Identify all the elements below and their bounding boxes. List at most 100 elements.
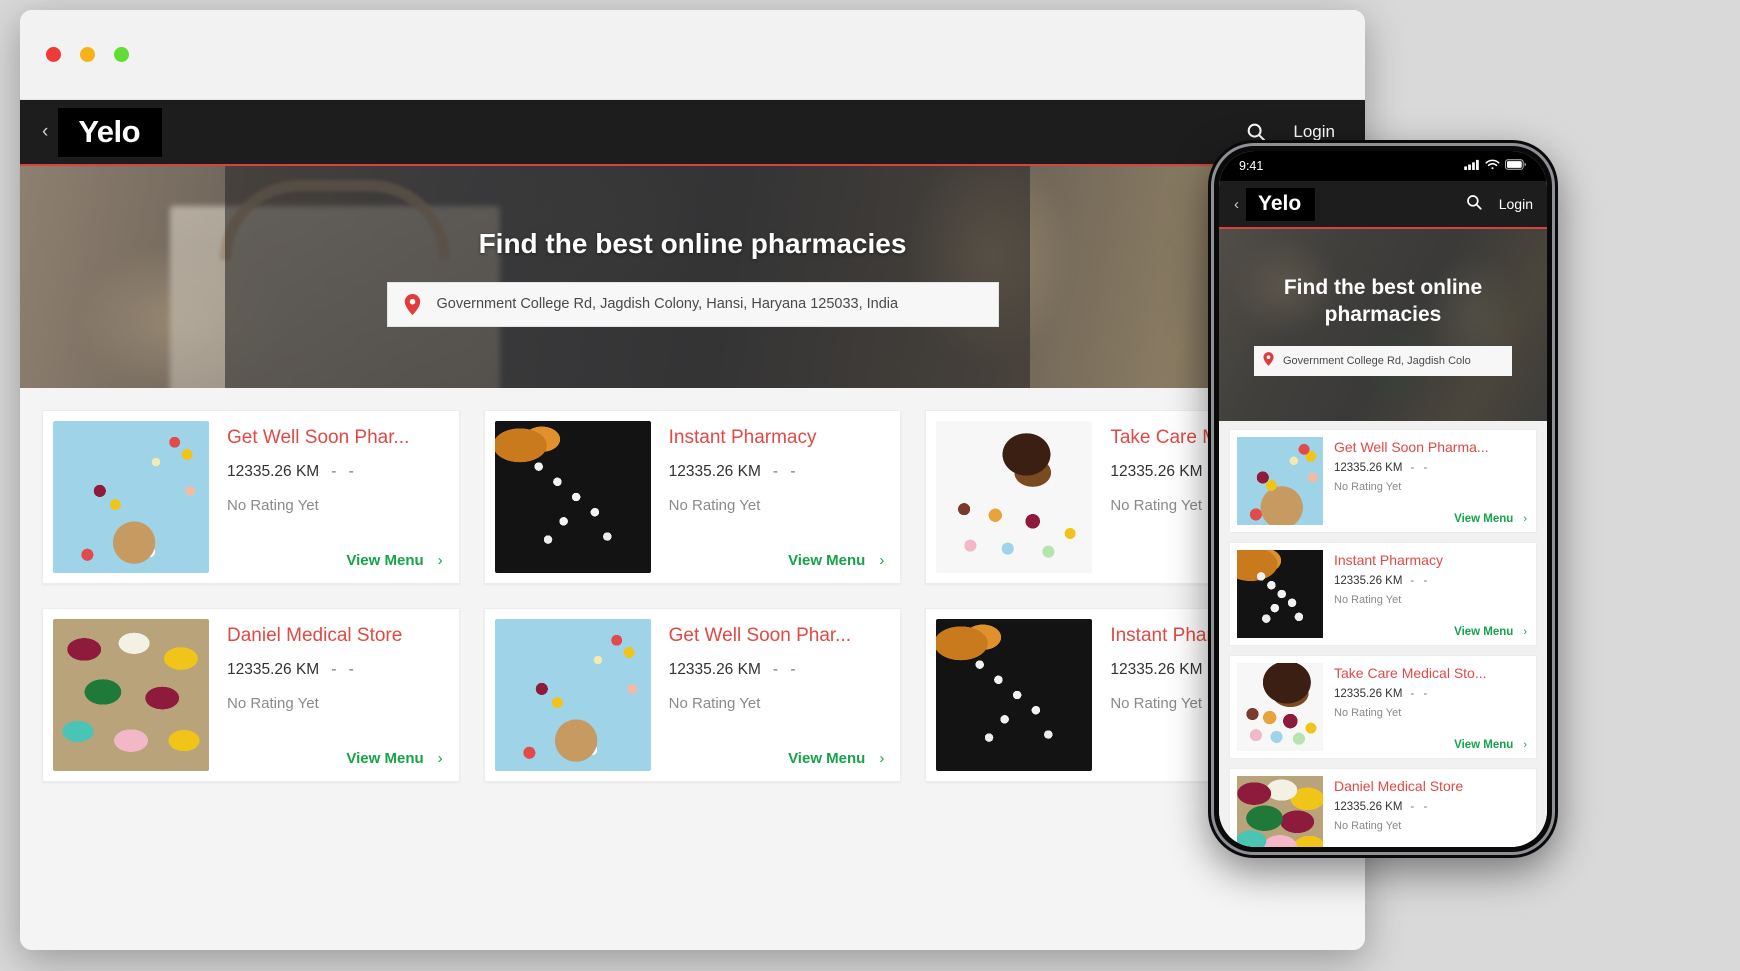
pharmacy-card[interactable]: Get Well Soon Phar... 12335.26 KM- - No … [42, 410, 460, 584]
mobile-pharmacy-card-footer: View Menu › [1334, 626, 1527, 638]
status-time: 9:41 [1239, 159, 1263, 173]
pharmacy-thumbnail [53, 619, 209, 771]
pharmacy-thumbnail [53, 421, 209, 573]
distance-value: 12335.26 KM [669, 463, 761, 480]
mobile-distance-separator: - - [1410, 462, 1430, 474]
mobile-hero-banner: Find the best online pharmacies Governme… [1219, 229, 1547, 421]
mobile-site-header: ‹ Yelo Login [1219, 181, 1547, 229]
pharmacy-card-footer: View Menu › [669, 552, 885, 569]
mobile-pharmacy-card-body: Instant Pharmacy 12335.26 KM- - No Ratin… [1323, 550, 1529, 638]
mobile-distance-value: 12335.26 KM [1334, 575, 1402, 587]
mobile-location-search-input[interactable]: Government College Rd, Jagdish Colo [1254, 346, 1512, 376]
pharmacy-card[interactable]: Daniel Medical Store 12335.26 KM- - No R… [42, 608, 460, 782]
mobile-pharmacy-card-body: Take Care Medical Sto... 12335.26 KM- - … [1323, 663, 1529, 751]
phone-mockup: 9:41 [1208, 140, 1558, 858]
mobile-distance-value: 12335.26 KM [1334, 688, 1402, 700]
mobile-pharmacy-rating: No Rating Yet [1334, 481, 1527, 493]
view-menu-link[interactable]: View Menu › [788, 750, 884, 767]
mobile-pharmacy-distance: 12335.26 KM - - [1334, 462, 1527, 474]
mobile-brand-logo-text: Yelo [1258, 192, 1301, 215]
pharmacy-card-footer: View Menu › [669, 750, 885, 767]
pharmacy-rating: No Rating Yet [669, 497, 885, 514]
mobile-view-menu-link[interactable]: View Menu [1454, 739, 1513, 751]
view-menu-label: View Menu [788, 750, 865, 767]
distance-value: 12335.26 KM [669, 661, 761, 678]
mobile-pharmacy-card[interactable]: Get Well Soon Pharma... 12335.26 KM - - N… [1229, 429, 1537, 533]
map-pin-icon [404, 294, 421, 315]
pharmacy-card-body: Daniel Medical Store 12335.26 KM- - No R… [209, 619, 449, 771]
hero-banner: Find the best online pharmacies Governme… [20, 166, 1365, 388]
mobile-pharmacy-list[interactable]: Get Well Soon Pharma... 12335.26 KM - - N… [1219, 421, 1547, 847]
mobile-chevron-right-icon: › [1523, 513, 1527, 525]
pharmacy-name: Get Well Soon Phar... [669, 625, 885, 647]
view-menu-link[interactable]: View Menu › [788, 552, 884, 569]
view-menu-link[interactable]: View Menu › [346, 552, 442, 569]
view-menu-label: View Menu [346, 552, 423, 569]
mobile-pharmacy-card-footer: View Menu › [1334, 513, 1527, 525]
pharmacy-name: Daniel Medical Store [227, 625, 443, 647]
location-search-input[interactable]: Government College Rd, Jagdish Colony, H… [387, 282, 999, 327]
mobile-pharmacy-thumbnail [1237, 550, 1323, 638]
mobile-pharmacy-name: Instant Pharmacy [1334, 552, 1527, 568]
pharmacy-rating: No Rating Yet [227, 497, 443, 514]
mobile-hero-title: Find the best online pharmacies [1235, 274, 1531, 329]
mobile-pharmacy-card-body: Get Well Soon Pharma... 12335.26 KM - - N… [1323, 437, 1529, 525]
pharmacy-card-grid: Get Well Soon Phar... 12335.26 KM - - No … [42, 410, 1343, 782]
browser-window: ‹ Yelo Login Find the best online pharma… [20, 10, 1365, 950]
cellular-signal-icon [1464, 159, 1480, 173]
phone-screen: 9:41 [1219, 151, 1547, 847]
pharmacy-distance: 12335.26 KM - - [669, 463, 885, 481]
mobile-brand-logo[interactable]: Yelo [1246, 188, 1315, 221]
mobile-view-menu-link[interactable]: View Menu [1454, 513, 1513, 525]
location-search-value: Government College Rd, Jagdish Colony, H… [437, 296, 899, 312]
mobile-pharmacy-distance: 12335.26 KM - - [1334, 688, 1527, 700]
mobile-login-button[interactable]: Login [1499, 196, 1533, 212]
distance-separator: - - [331, 463, 358, 480]
pharmacy-card-footer: View Menu › [227, 750, 443, 767]
pharmacy-distance: 12335.26 KM- - [669, 661, 885, 679]
pharmacy-card-footer: View Menu › [227, 552, 443, 569]
brand-logo-text: Yelo [78, 114, 140, 149]
pharmacy-rating: No Rating Yet [227, 695, 443, 712]
mobile-search-icon[interactable] [1465, 193, 1483, 216]
pharmacy-thumbnail [936, 421, 1092, 573]
mobile-pharmacy-distance: 12335.26 KM- - [1334, 575, 1527, 587]
mobile-pharmacy-rating: No Rating Yet [1334, 707, 1527, 719]
screenshot-stage: ‹ Yelo Login Find the best online pharma… [0, 0, 1740, 971]
mobile-pharmacy-card[interactable]: Daniel Medical Store 12335.26 KM - - No R… [1229, 768, 1537, 847]
mobile-pharmacy-thumbnail [1237, 663, 1323, 751]
mobile-distance-value: 12335.26 KM [1334, 462, 1402, 474]
pharmacy-card[interactable]: Instant Pharmacy 12335.26 KM- - No Ratin… [484, 410, 902, 584]
chevron-right-icon: › [438, 552, 443, 569]
back-button[interactable]: ‹ [34, 118, 58, 147]
pharmacy-card-body: Get Well Soon Phar... 12335.26 KM- - No … [209, 421, 449, 573]
brand-logo[interactable]: Yelo [58, 108, 162, 157]
mobile-distance-value: 12335.26 KM [1334, 801, 1402, 813]
view-menu-link[interactable]: View Menu › [346, 750, 442, 767]
login-button[interactable]: Login [1293, 122, 1335, 142]
mobile-distance-separator: - - [1410, 688, 1430, 700]
mobile-view-menu-link[interactable]: View Menu [1454, 626, 1513, 638]
mobile-pharmacy-name: Daniel Medical Store [1334, 778, 1527, 794]
chevron-right-icon: › [879, 750, 884, 767]
browser-titlebar [20, 10, 1365, 100]
window-close-button[interactable] [46, 47, 61, 62]
mobile-back-button[interactable]: ‹ [1227, 196, 1246, 213]
distance-value: 12335.26 KM [1110, 661, 1202, 678]
mobile-pharmacy-rating: No Rating Yet [1334, 594, 1527, 606]
mobile-distance-separator: - - [1410, 801, 1430, 813]
chevron-right-icon: › [879, 552, 884, 569]
mobile-pharmacy-card[interactable]: Instant Pharmacy 12335.26 KM- - No Ratin… [1229, 542, 1537, 646]
window-maximize-button[interactable] [114, 47, 129, 62]
pharmacy-card[interactable]: Get Well Soon Phar... 12335.26 KM- - No … [484, 608, 902, 782]
distance-separator: - - [331, 661, 358, 678]
window-minimize-button[interactable] [80, 47, 95, 62]
distance-separator: - - [773, 463, 800, 480]
mobile-pharmacy-rating: No Rating Yet [1334, 820, 1527, 832]
view-menu-label: View Menu [346, 750, 423, 767]
pharmacy-thumbnail [936, 619, 1092, 771]
mobile-pharmacy-name: Get Well Soon Pharma... [1334, 439, 1527, 455]
mobile-pharmacy-card[interactable]: Take Care Medical Sto... 12335.26 KM- - … [1229, 655, 1537, 759]
pharmacy-name: Get Well Soon Phar... [227, 427, 443, 449]
pharmacy-thumbnail [495, 421, 651, 573]
